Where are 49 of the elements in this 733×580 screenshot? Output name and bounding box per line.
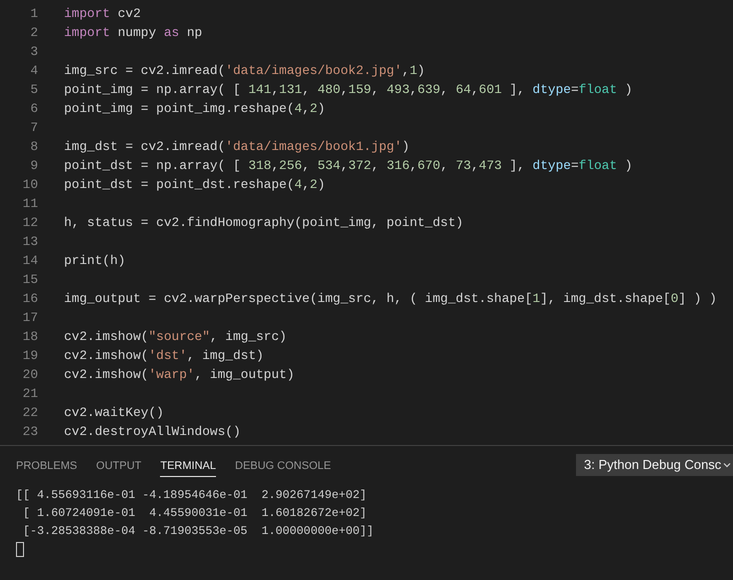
panel-tab[interactable]: TERMINAL: [160, 453, 216, 477]
panel-tab[interactable]: OUTPUT: [96, 453, 142, 477]
code-line: cv2.imshow('dst', img_dst): [64, 346, 264, 365]
code-line: h, status = cv2.findHomography(point_img, point_dst): [64, 214, 464, 232]
code-line: point_dst = np.array( [ 318,256, 534,372, 316,670, 73,473 ], dtype=float ): [64, 156, 632, 175]
code-line: img_src = cv2.imread('data/images/book2.jpg',1): [64, 62, 425, 80]
line-number: 7: [29, 118, 38, 137]
terminal-output-line: [-3.28538388e-04 -8.71903553e-05 1.00000000e+00]]: [22, 523, 374, 540]
line-number: 1: [29, 4, 38, 23]
code-line: import cv2: [64, 4, 141, 23]
line-number: 11: [22, 194, 38, 213]
line-number: 8: [29, 138, 38, 156]
line-number: 9: [29, 156, 38, 175]
line-number: 17: [22, 308, 38, 327]
line-number: 19: [22, 346, 38, 365]
line-number: 18: [22, 328, 38, 346]
code-line: point_dst = point_dst.reshape(4,2): [64, 176, 326, 194]
line-number: 10: [22, 176, 38, 194]
line-number: 2: [29, 24, 38, 42]
code-line: cv2.waitKey(): [64, 404, 164, 422]
line-number: 21: [22, 384, 38, 403]
terminal-output-line: [[ 4.55693116e-01 -4.18954646e-01 2.90267149e+02]: [16, 487, 367, 504]
panel-tab[interactable]: PROBLEMS: [16, 453, 78, 477]
panel-tab[interactable]: DEBUG CONSOLE: [235, 453, 331, 477]
code-line: import numpy as np: [64, 24, 202, 42]
code-line: img_output = cv2.warpPerspective(img_src, h, ( img_dst.shape[1], img_dst.shape[0] ) ): [64, 290, 717, 308]
line-number: 16: [22, 290, 38, 308]
code-line: point_img = point_img.reshape(4,2): [64, 100, 326, 118]
code-line: point_img = np.array( [ 141,131, 480,159, 493,639, 64,601 ], dtype=float ): [64, 80, 632, 99]
line-number: 22: [22, 404, 38, 422]
line-number: 23: [22, 422, 38, 441]
line-number: 6: [29, 100, 38, 118]
line-number: 3: [29, 42, 38, 61]
line-number: 4: [29, 62, 38, 80]
terminal-cursor: [16, 542, 24, 557]
terminal-output-line: [ 1.60724091e-01 4.45590031e-01 1.60182672e+02]: [22, 505, 367, 522]
code-line: img_dst = cv2.imread('data/images/book1.jpg'): [64, 138, 410, 156]
line-number: 12: [22, 214, 38, 232]
terminal-selector[interactable]: 3: Python Debug Consc: [576, 454, 733, 476]
code-line: cv2.destroyAllWindows(): [64, 422, 241, 441]
code-line: print(h): [64, 252, 126, 270]
chevron-down-icon: [723, 461, 732, 469]
code-line: cv2.imshow("source", img_src): [64, 328, 287, 346]
line-number: 20: [22, 366, 38, 384]
line-number: 13: [22, 232, 38, 251]
line-number: 15: [22, 270, 38, 289]
line-number: 5: [29, 80, 38, 99]
code-line: cv2.imshow('warp', img_output): [64, 366, 294, 384]
line-number: 14: [22, 252, 38, 270]
